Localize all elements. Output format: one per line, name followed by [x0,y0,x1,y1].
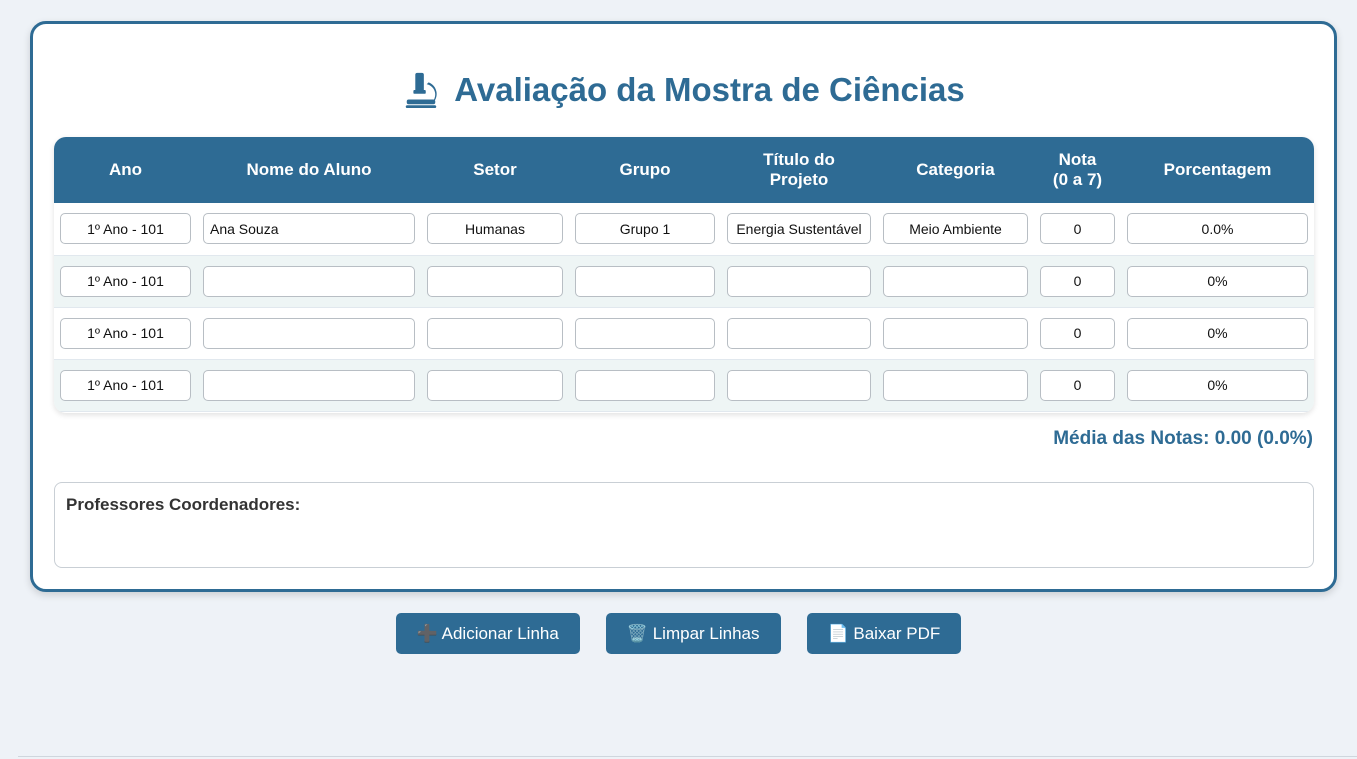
porcentagem-field[interactable] [1127,317,1308,349]
nota-field[interactable] [1040,317,1115,349]
table-row [54,359,1314,411]
nota-field[interactable] [1040,265,1115,297]
titulo-field[interactable] [727,369,871,401]
categoria-field[interactable] [883,265,1028,297]
professores-label: Professores Coordenadores: [66,495,301,514]
header-ano: Ano [108,160,143,179]
header-categoria: Categoria [916,160,995,179]
grupo-field[interactable] [575,265,715,297]
download-pdf-button[interactable]: 📄 Baixar PDF [806,613,962,654]
categoria-field[interactable] [883,213,1028,245]
ano-field[interactable] [60,213,191,245]
setor-field[interactable] [427,317,563,349]
table-row [54,307,1314,359]
professores-textarea[interactable]: Professores Coordenadores: [54,482,1314,568]
nome-field[interactable] [203,369,415,401]
porcentagem-field[interactable] [1127,369,1308,401]
table-row [54,255,1314,307]
nome-field[interactable] [203,317,415,349]
table-header-row: Ano Nome do Aluno Setor Grupo Título do … [54,137,1314,203]
evaluation-card: Avaliação da Mostra de Ciências Ano Nome… [30,21,1337,592]
nome-field[interactable] [203,265,415,297]
header-nota: Nota (0 a 7) [1052,150,1103,189]
grupo-field[interactable] [575,317,715,349]
categoria-field[interactable] [883,369,1028,401]
microscope-icon [406,72,437,109]
average-score: Média das Notas: 0.00 (0.0%) [1053,428,1313,449]
add-row-button[interactable]: ➕ Adicionar Linha [395,613,580,654]
grupo-field[interactable] [575,213,715,245]
clear-rows-button[interactable]: 🗑️ Limpar Linhas [605,613,781,654]
nome-field[interactable] [203,213,415,245]
header-setor: Setor [473,160,517,179]
setor-field[interactable] [427,369,563,401]
nota-field[interactable] [1040,369,1115,401]
table-row [54,203,1314,255]
header-titulo: Título do Projeto [763,150,835,189]
action-buttons: ➕ Adicionar Linha 🗑️ Limpar Linhas 📄 Bai… [0,613,1357,654]
categoria-field[interactable] [883,317,1028,349]
grupo-field[interactable] [575,369,715,401]
setor-field[interactable] [427,213,563,245]
nota-field[interactable] [1040,213,1115,245]
ano-field[interactable] [60,317,191,349]
titulo-field[interactable] [727,265,871,297]
ano-field[interactable] [60,369,191,401]
titulo-field[interactable] [727,317,871,349]
ano-field[interactable] [60,265,191,297]
header-grupo: Grupo [619,160,671,179]
porcentagem-field[interactable] [1127,265,1308,297]
header-nome: Nome do Aluno [246,160,372,179]
divider [18,756,1357,757]
header-porcentagem: Porcentagem [1163,160,1272,179]
porcentagem-field[interactable] [1127,213,1308,245]
titulo-field[interactable] [727,213,871,245]
setor-field[interactable] [427,265,563,297]
students-table: Ano Nome do Aluno Setor Grupo Título do … [54,137,1314,413]
page-title: Avaliação da Mostra de Ciências [33,68,1334,112]
title-text: Avaliação da Mostra de Ciências [454,71,965,108]
